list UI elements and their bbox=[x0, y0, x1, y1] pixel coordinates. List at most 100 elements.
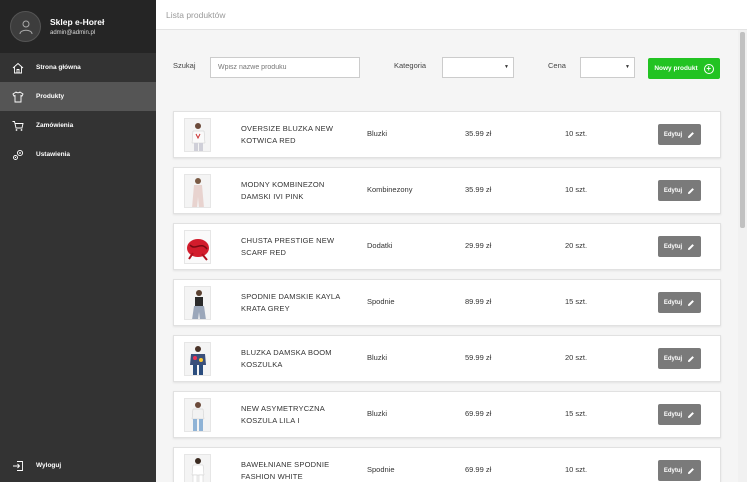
logout-button[interactable]: Wyloguj bbox=[0, 451, 156, 480]
sidebar-item-settings[interactable]: Ustawienia bbox=[0, 140, 156, 169]
product-thumbnail bbox=[184, 118, 211, 152]
sidebar-item-label: Produkty bbox=[36, 93, 65, 100]
product-quantity: 10 szt. bbox=[565, 129, 588, 138]
product-name: MODNY KOMBINEZON DAMSKI IVI PINK bbox=[241, 180, 325, 201]
edit-button[interactable]: Edytuj bbox=[658, 124, 701, 145]
product-row[interactable]: BLUZKA DAMSKA BOOM KOSZULKA Bluzki 59.99 z… bbox=[173, 335, 721, 382]
product-name: CHUSTA PRESTIGE NEW SCARF RED bbox=[241, 236, 335, 257]
sidebar-item-label: Ustawienia bbox=[36, 151, 70, 158]
sidebar-item-orders[interactable]: Zamówienia bbox=[0, 111, 156, 140]
cart-icon bbox=[11, 119, 25, 133]
edit-label: Edytuj bbox=[663, 411, 683, 418]
product-category: Spodnie bbox=[367, 297, 395, 306]
product-quantity: 15 szt. bbox=[565, 409, 588, 418]
product-quantity: 10 szt. bbox=[565, 185, 588, 194]
price-label: Cena bbox=[548, 61, 566, 70]
edit-label: Edytuj bbox=[663, 355, 683, 362]
product-name: NEW ASYMETRYCZNA KOSZULA LILA I bbox=[241, 404, 325, 425]
store-name: Sklep e-Horeł bbox=[50, 17, 105, 27]
scrollbar-thumb[interactable] bbox=[740, 32, 745, 228]
product-row[interactable]: NEW ASYMETRYCZNA KOSZULA LILA I Bluzki 69.… bbox=[173, 391, 721, 438]
scrollbar[interactable] bbox=[738, 30, 747, 482]
gear-icon bbox=[11, 148, 25, 162]
product-category: Bluzki bbox=[367, 409, 388, 418]
chevron-down-icon: ▼ bbox=[625, 64, 630, 70]
product-price: 35.99 zł bbox=[465, 129, 492, 138]
pencil-icon bbox=[688, 411, 695, 418]
product-price: 35.99 zł bbox=[465, 185, 492, 194]
chevron-down-icon: ▼ bbox=[504, 64, 509, 70]
product-price: 69.99 zł bbox=[465, 465, 492, 474]
pencil-icon bbox=[688, 467, 695, 474]
product-row[interactable]: BAWEŁNIANE SPODNIE FASHION WHITE Spodnie 6… bbox=[173, 447, 721, 482]
product-name: SPODNIE DAMSKIE KAYLA KRATA GREY bbox=[241, 292, 341, 313]
user-icon bbox=[19, 20, 32, 34]
home-icon bbox=[11, 61, 25, 75]
new-product-button[interactable]: Nowy produkt + bbox=[648, 58, 720, 79]
product-category: Bluzki bbox=[367, 129, 388, 138]
product-thumbnail bbox=[184, 342, 211, 376]
pencil-icon bbox=[688, 187, 695, 194]
user-email: admin@admin.pl bbox=[50, 30, 96, 36]
product-quantity: 10 szt. bbox=[565, 465, 588, 474]
sidebar-item-products[interactable]: Produkty bbox=[0, 82, 156, 111]
avatar[interactable] bbox=[10, 11, 41, 42]
product-thumbnail bbox=[184, 286, 211, 320]
sidebar-header: Sklep e-Horeł admin@admin.pl bbox=[0, 0, 156, 53]
product-category: Bluzki bbox=[367, 353, 388, 362]
product-category: Spodnie bbox=[367, 465, 395, 474]
product-price: 69.99 zł bbox=[465, 409, 492, 418]
product-thumbnail bbox=[184, 230, 211, 264]
sidebar: Sklep e-Horeł admin@admin.pl Strona głów… bbox=[0, 0, 156, 482]
page-title: Lista produktów bbox=[166, 10, 226, 20]
edit-label: Edytuj bbox=[663, 131, 683, 138]
edit-label: Edytuj bbox=[663, 243, 683, 250]
pencil-icon bbox=[688, 243, 695, 250]
edit-button[interactable]: Edytuj bbox=[658, 236, 701, 257]
product-row[interactable]: SPODNIE DAMSKIE KAYLA KRATA GREY Spodnie 8… bbox=[173, 279, 721, 326]
product-name: BAWEŁNIANE SPODNIE FASHION WHITE bbox=[241, 460, 330, 481]
brand: Sklep e-Horeł admin@admin.pl bbox=[50, 17, 104, 36]
product-name: BLUZKA DAMSKA BOOM KOSZULKA bbox=[241, 348, 332, 369]
product-quantity: 15 szt. bbox=[565, 297, 588, 306]
edit-label: Edytuj bbox=[663, 299, 683, 306]
logout-label: Wyloguj bbox=[36, 462, 62, 469]
shirt-icon bbox=[11, 90, 25, 104]
sidebar-item-label: Strona główna bbox=[36, 64, 81, 71]
pencil-icon bbox=[688, 355, 695, 362]
pencil-icon bbox=[688, 131, 695, 138]
product-row[interactable]: CHUSTA PRESTIGE NEW SCARF RED Dodatki 29.9… bbox=[173, 223, 721, 270]
sidebar-item-label: Zamówienia bbox=[36, 122, 74, 129]
edit-label: Edytuj bbox=[663, 467, 683, 474]
product-row[interactable]: OVERSIZE BLUZKA NEW KOTWICA RED Bluzki 35.… bbox=[173, 111, 721, 158]
sidebar-item-home[interactable]: Strona główna bbox=[0, 53, 156, 82]
product-thumbnail bbox=[184, 398, 211, 432]
product-row[interactable]: MODNY KOMBINEZON DAMSKI IVI PINK Kombinez… bbox=[173, 167, 721, 214]
pencil-icon bbox=[688, 299, 695, 306]
product-quantity: 20 szt. bbox=[565, 241, 588, 250]
logout-area: Wyloguj bbox=[0, 451, 156, 480]
plus-circle-icon: + bbox=[703, 63, 714, 74]
edit-button[interactable]: Edytuj bbox=[658, 180, 701, 201]
new-product-label: Nowy produkt bbox=[654, 65, 698, 72]
filter-bar: Szukaj Kategoria ▼ Cena ▼ Nowy produkt + bbox=[156, 55, 736, 80]
sidebar-nav: Strona główna Produkty Zamówienia Ustawi… bbox=[0, 53, 156, 169]
edit-button[interactable]: Edytuj bbox=[658, 460, 701, 481]
product-name: OVERSIZE BLUZKA NEW KOTWICA RED bbox=[241, 124, 334, 145]
search-label: Szukaj bbox=[173, 61, 196, 70]
product-list: OVERSIZE BLUZKA NEW KOTWICA RED Bluzki 35.… bbox=[173, 111, 721, 482]
edit-button[interactable]: Edytuj bbox=[658, 348, 701, 369]
edit-button[interactable]: Edytuj bbox=[658, 292, 701, 313]
product-category: Kombinezony bbox=[367, 185, 413, 194]
product-thumbnail bbox=[184, 174, 211, 208]
category-select[interactable]: ▼ bbox=[442, 57, 514, 78]
search-input[interactable] bbox=[210, 57, 360, 78]
product-quantity: 20 szt. bbox=[565, 353, 588, 362]
product-thumbnail bbox=[184, 454, 211, 482]
edit-button[interactable]: Edytuj bbox=[658, 404, 701, 425]
price-select[interactable]: ▼ bbox=[580, 57, 635, 78]
category-label: Kategoria bbox=[394, 61, 427, 70]
logout-icon bbox=[11, 459, 25, 473]
product-price: 89.99 zł bbox=[465, 297, 492, 306]
product-price: 29.99 zł bbox=[465, 241, 492, 250]
